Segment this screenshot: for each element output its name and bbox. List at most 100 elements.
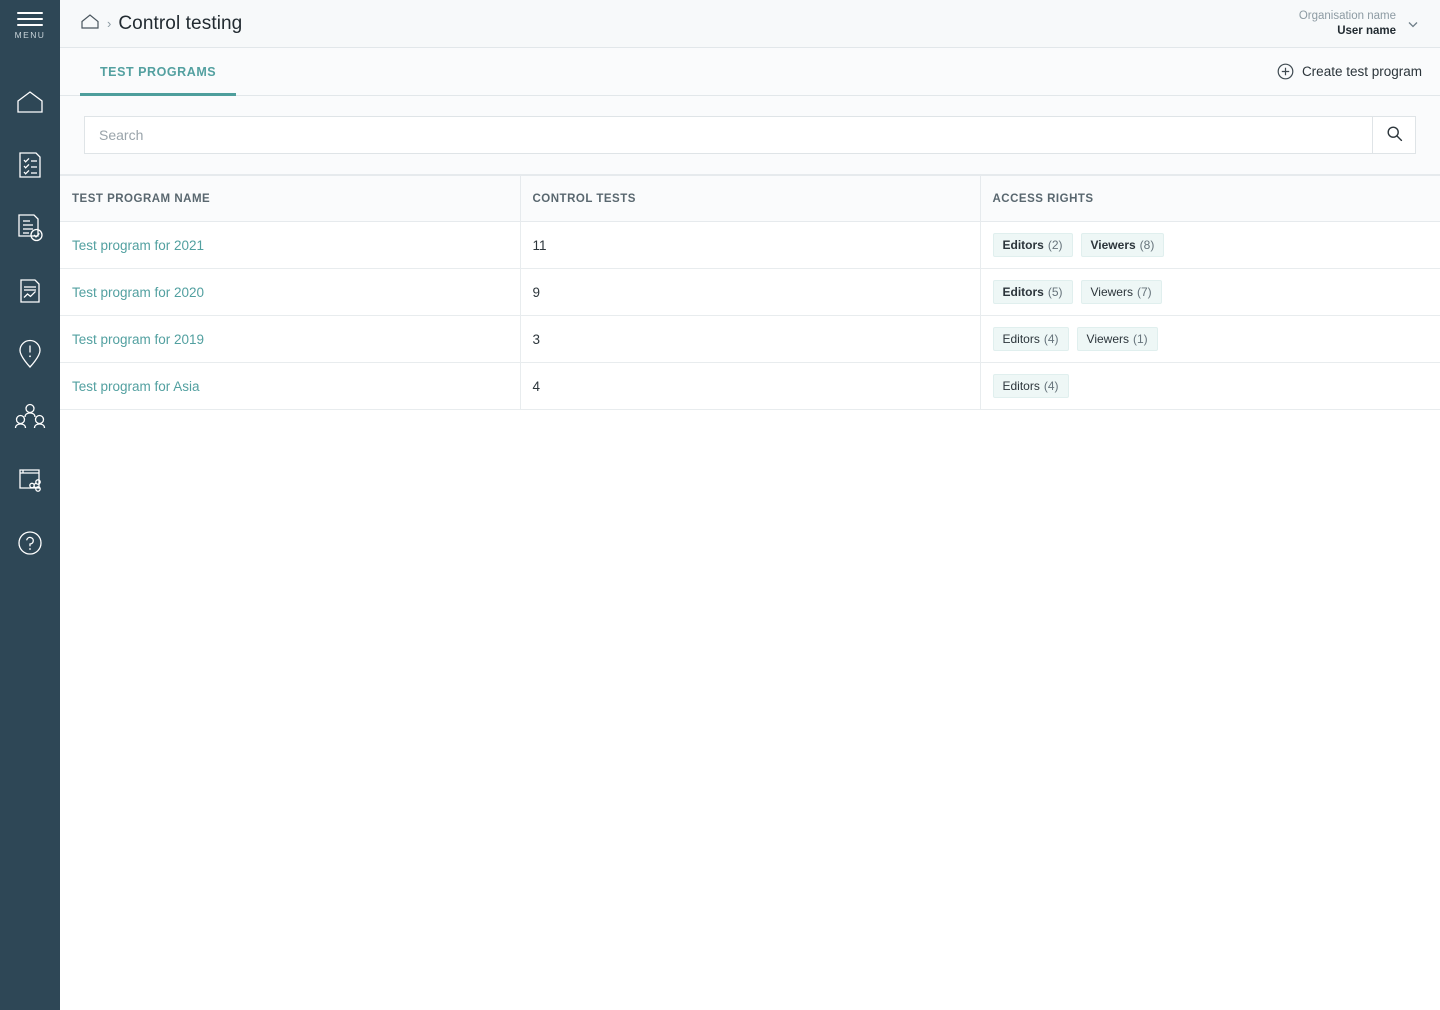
- badge-label: Viewers: [1090, 285, 1133, 299]
- menu-label: MENU: [14, 30, 46, 40]
- sidebar-item-help[interactable]: [0, 511, 60, 574]
- alert-pin-icon: [16, 338, 44, 370]
- tab-label: TEST PROGRAMS: [100, 64, 217, 79]
- badge-count: (1): [1133, 332, 1148, 346]
- table-body: Test program for 2021 11 Editors (2) Vie…: [60, 221, 1440, 410]
- test-programs-table: TEST PROGRAM NAME CONTROL TESTS ACCESS R…: [60, 175, 1440, 410]
- badge-viewers[interactable]: Viewers (8): [1080, 233, 1165, 257]
- table-header-row: TEST PROGRAM NAME CONTROL TESTS ACCESS R…: [60, 175, 1440, 222]
- access-badges: Editors (2) Viewers (8): [992, 233, 1429, 257]
- search-area: [60, 96, 1440, 175]
- search-wrap: [84, 116, 1416, 154]
- plus-circle-icon: [1277, 63, 1294, 80]
- top-bar: › Control testing Organisation name User…: [60, 0, 1440, 48]
- badge-viewers[interactable]: Viewers (1): [1076, 327, 1158, 351]
- badge-label: Viewers: [1090, 238, 1136, 252]
- sidebar-item-issues[interactable]: [0, 322, 60, 385]
- badge-editors[interactable]: Editors (4): [992, 374, 1069, 398]
- table-head: TEST PROGRAM NAME CONTROL TESTS ACCESS R…: [60, 175, 1440, 222]
- cell-access-rights: Editors (4) Viewers (1): [979, 315, 1440, 363]
- badge-editors[interactable]: Editors (2): [992, 233, 1073, 257]
- menu-toggle-button[interactable]: MENU: [0, 0, 60, 48]
- home-icon: [15, 89, 45, 115]
- badge-editors[interactable]: Editors (5): [992, 280, 1073, 304]
- search-icon: [1386, 125, 1403, 145]
- test-programs-table-wrap: TEST PROGRAM NAME CONTROL TESTS ACCESS R…: [60, 175, 1440, 410]
- cell-control-tests: 11: [519, 221, 980, 269]
- table-row: Test program for 2020 9 Editors (5) View…: [60, 268, 1440, 316]
- cell-program-name: Test program for 2019: [60, 315, 520, 363]
- sidebar-item-reports[interactable]: [0, 259, 60, 322]
- app-root: MENU › Control testing Organisation name…: [0, 0, 1440, 1010]
- cell-control-tests: 3: [519, 315, 980, 363]
- sidebar-item-library[interactable]: [0, 448, 60, 511]
- cell-access-rights: Editors (5) Viewers (7): [979, 268, 1440, 316]
- tab-list: TEST PROGRAMS: [60, 48, 237, 96]
- test-program-link[interactable]: Test program for 2019: [72, 332, 204, 347]
- badge-label: Editors: [1002, 332, 1040, 346]
- badge-label: Editors: [1002, 379, 1040, 393]
- breadcrumb-separator: ›: [107, 16, 112, 31]
- document-chart-icon: [16, 276, 44, 306]
- cell-control-tests: 9: [519, 268, 980, 316]
- hamburger-icon: [17, 12, 43, 26]
- cell-program-name: Test program for 2021: [60, 221, 520, 269]
- table-row: Test program for 2019 3 Editors (4) View…: [60, 315, 1440, 363]
- checklist-document-icon: [16, 150, 44, 180]
- column-header-test-program-name[interactable]: TEST PROGRAM NAME: [60, 175, 520, 222]
- sidebar-nav: [0, 70, 60, 574]
- sidebar-item-home[interactable]: [0, 70, 60, 133]
- tab-bar: TEST PROGRAMS Create test program: [60, 48, 1440, 96]
- user-text: Organisation name User name: [1299, 9, 1396, 38]
- chevron-down-icon[interactable]: [1406, 17, 1420, 31]
- cell-program-name: Test program for 2020: [60, 268, 520, 316]
- test-program-link[interactable]: Test program for Asia: [72, 379, 200, 394]
- user-menu[interactable]: Organisation name User name: [1299, 9, 1424, 38]
- badge-label: Editors: [1002, 285, 1044, 299]
- organisation-name: Organisation name: [1298, 10, 1396, 23]
- tab-test-programs[interactable]: TEST PROGRAMS: [80, 48, 237, 96]
- access-badges: Editors (5) Viewers (7): [992, 280, 1429, 304]
- user-name: User name: [1337, 24, 1396, 37]
- content-empty-space: [60, 410, 1440, 1010]
- sidebar-item-checklists[interactable]: [0, 133, 60, 196]
- column-header-access-rights[interactable]: ACCESS RIGHTS: [979, 175, 1440, 222]
- badge-count: (8): [1139, 238, 1155, 252]
- badge-count: (5): [1047, 285, 1063, 299]
- sidebar: MENU: [0, 0, 60, 1010]
- cell-access-rights: Editors (2) Viewers (8): [979, 221, 1440, 269]
- access-badges: Editors (4) Viewers (1): [992, 327, 1429, 351]
- search-input[interactable]: [84, 116, 1372, 154]
- breadcrumb: › Control testing: [80, 13, 242, 35]
- badge-label: Viewers: [1086, 332, 1129, 346]
- create-test-program-button[interactable]: Create test program: [1275, 59, 1424, 84]
- sidebar-item-users[interactable]: [0, 385, 60, 448]
- badge-editors[interactable]: Editors (4): [992, 327, 1069, 351]
- table-row: Test program for Asia 4 Editors (4): [60, 362, 1440, 410]
- badge-count: (4): [1043, 332, 1059, 346]
- main-content: › Control testing Organisation name User…: [60, 0, 1440, 1010]
- test-program-link[interactable]: Test program for 2020: [72, 285, 204, 300]
- badge-count: (2): [1047, 238, 1063, 252]
- sidebar-item-control-testing[interactable]: [0, 196, 60, 259]
- test-program-link[interactable]: Test program for 2021: [72, 238, 204, 253]
- people-icon: [14, 402, 46, 432]
- table-row: Test program for 2021 11 Editors (2) Vie…: [60, 221, 1440, 269]
- cell-program-name: Test program for Asia: [60, 362, 520, 410]
- tab-bar-actions: Create test program: [1275, 48, 1424, 95]
- search-button[interactable]: [1372, 116, 1416, 154]
- badge-label: Editors: [1002, 238, 1044, 252]
- cell-control-tests: 4: [519, 362, 980, 410]
- page-title: Control testing: [118, 12, 243, 34]
- column-header-control-tests[interactable]: CONTROL TESTS: [519, 175, 980, 222]
- badge-viewers[interactable]: Viewers (7): [1080, 280, 1162, 304]
- document-check-icon: [15, 212, 45, 244]
- home-icon: [80, 13, 100, 35]
- help-circle-icon: [15, 528, 45, 558]
- create-test-program-label: Create test program: [1301, 64, 1422, 79]
- breadcrumb-home-link[interactable]: [80, 13, 100, 35]
- badge-count: (4): [1043, 379, 1059, 393]
- cell-access-rights: Editors (4): [979, 362, 1440, 410]
- access-badges: Editors (4): [992, 374, 1429, 398]
- library-share-icon: [15, 465, 45, 495]
